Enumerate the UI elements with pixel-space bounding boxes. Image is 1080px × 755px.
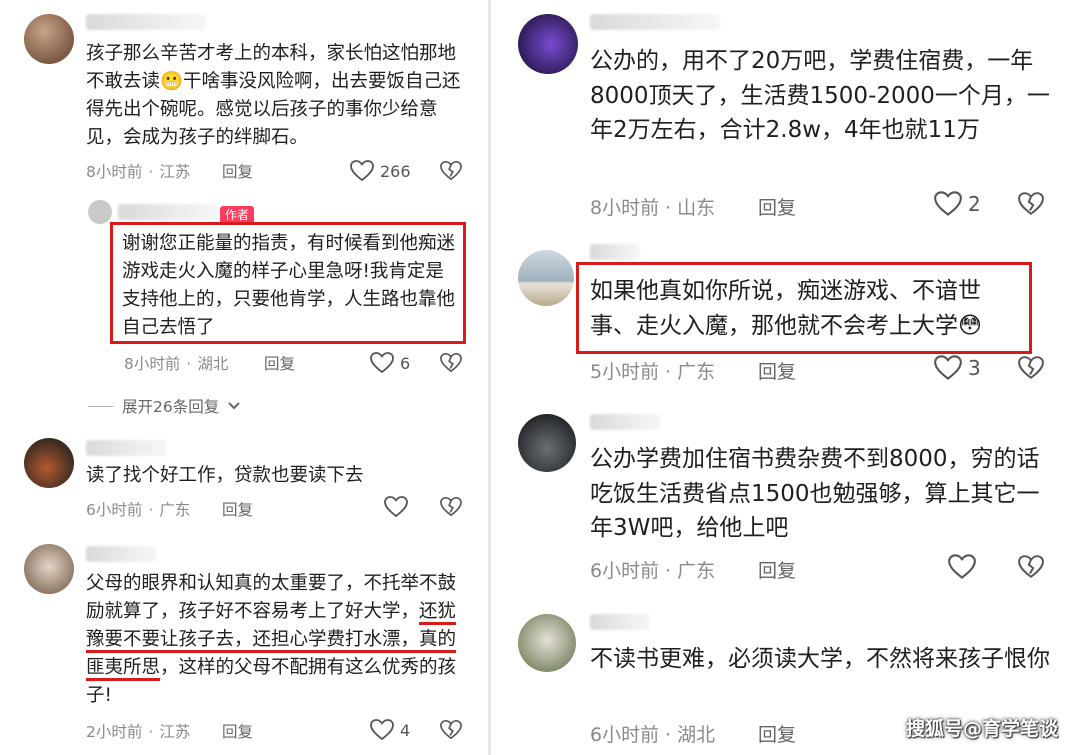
comment-time: 6小时前 [86, 501, 143, 519]
comment-time: 8小时前 [124, 355, 181, 373]
comment-time: 8小时前 [590, 197, 660, 219]
like-button[interactable] [948, 554, 976, 580]
dislike-heart-icon[interactable] [440, 352, 462, 374]
username[interactable] [118, 204, 218, 220]
comment-location: 湖北 [677, 724, 716, 746]
heart-icon [370, 719, 394, 741]
comment-text: 公办学费加住宿书费杂费不到8000，穷的话吃饭生活费省点1500也勉强够，算上其… [590, 446, 1040, 541]
comment-text-part: 父母的眼界和认知真的太重要了，不托举不鼓励就算了，孩子好不容易考上了好大学， [86, 573, 457, 622]
avatar[interactable] [518, 14, 578, 74]
comment-meta: 6小时前 · 广东 [86, 501, 191, 519]
like-button[interactable]: 3 [934, 355, 981, 381]
avatar[interactable] [518, 414, 576, 472]
comment-location: 广东 [159, 501, 191, 519]
reply-button[interactable]: 回复 [222, 720, 253, 742]
comment-time: 8小时前 [86, 163, 143, 181]
comment-time: 6小时前 [590, 560, 660, 582]
comment-meta: 8小时前 · 湖北 [124, 355, 229, 373]
reply-button[interactable]: 回复 [758, 720, 796, 747]
like-count: 3 [968, 356, 981, 380]
avatar[interactable] [518, 614, 576, 672]
comment-text: 谢谢您正能量的指责，有时候看到他痴迷游戏走火入魔的样子心里急呀!我肯定是支持他上… [122, 233, 456, 338]
comment-location: 广东 [677, 361, 716, 383]
comment-text: 父母的眼界和认知真的太重要了，不托举不鼓励就算了，孩子好不容易考上了好大学，还犹… [86, 570, 462, 710]
dislike-heart-icon[interactable] [440, 719, 462, 741]
username[interactable] [86, 440, 166, 456]
reply-button[interactable]: 回复 [264, 352, 295, 374]
username[interactable] [86, 14, 206, 30]
heart-icon [370, 352, 394, 374]
comment-time: 2小时前 [86, 723, 143, 741]
comment-meta: 8小时前 · 山东 [590, 197, 716, 219]
like-button[interactable]: 6 [370, 352, 410, 374]
like-button[interactable]: 2 [934, 191, 981, 217]
reply-button[interactable]: 回复 [758, 556, 796, 583]
comment-time: 6小时前 [590, 724, 660, 746]
like-count: 266 [380, 161, 411, 181]
like-button[interactable]: 266 [350, 160, 411, 182]
comment-text: 读了找个好工作，贷款也要读下去 [86, 465, 364, 486]
dislike-heart-icon[interactable] [1018, 554, 1044, 580]
username[interactable] [86, 546, 156, 562]
reply-button[interactable]: 回复 [758, 357, 796, 384]
like-button[interactable] [384, 496, 408, 518]
left-comment-panel: 孩子那么辛苦才考上的本科，家长怕这怕那地不敢去读😬干啥事没风险啊，出去要饭自己还… [0, 0, 482, 755]
comment-location: 江苏 [159, 723, 191, 741]
comment-location: 湖北 [197, 355, 229, 373]
watermark: 搜狐号@育学笔谈 [905, 718, 1058, 740]
heart-icon [384, 496, 408, 518]
right-comment-panel: 公办的，用不了20万吧，学费住宿费，一年8000顶天了，生活费1500-2000… [496, 0, 1080, 755]
avatar[interactable] [88, 200, 112, 224]
expand-replies-button[interactable]: 展开26条回复 [88, 395, 241, 417]
avatar[interactable] [24, 438, 74, 488]
comment-location: 广东 [677, 560, 716, 582]
heart-icon [934, 191, 962, 217]
username[interactable] [590, 414, 660, 430]
heart-icon [934, 355, 962, 381]
dislike-heart-icon[interactable] [1018, 355, 1044, 381]
comment-meta: 6小时前 · 广东 [590, 560, 716, 582]
comment-meta: 8小时前 · 江苏 [86, 163, 191, 181]
expand-replies-label: 展开26条回复 [122, 398, 220, 416]
chevron-down-icon [227, 397, 241, 415]
dislike-heart-icon[interactable] [440, 496, 462, 518]
like-button[interactable]: 4 [370, 719, 410, 741]
username[interactable] [590, 614, 650, 630]
comment-meta: 6小时前 · 湖北 [590, 724, 716, 746]
like-count: 4 [400, 720, 411, 740]
like-count: 6 [400, 353, 411, 373]
comment-text: 如果他真如你所说，痴迷游戏、不谙世事、走火入魔，那他就不会考上大学😳 [590, 278, 982, 339]
like-count: 2 [968, 192, 981, 216]
comment-meta: 2小时前 · 江苏 [86, 723, 191, 741]
dislike-heart-icon[interactable] [440, 160, 462, 182]
username[interactable] [590, 14, 720, 30]
avatar[interactable] [24, 544, 74, 594]
panel-divider [488, 0, 491, 755]
divider [88, 405, 114, 407]
comment-meta: 5小时前 · 广东 [590, 361, 716, 383]
avatar[interactable] [518, 250, 574, 306]
comment-location: 江苏 [159, 163, 191, 181]
reply-button[interactable]: 回复 [222, 160, 253, 182]
comment-text: 孩子那么辛苦才考上的本科，家长怕这怕那地不敢去读😬干啥事没风险啊，出去要饭自己还… [86, 43, 461, 148]
comment-text: 不读书更难，必须读大学，不然将来孩子恨你 [590, 646, 1050, 672]
reply-button[interactable]: 回复 [758, 193, 796, 220]
avatar[interactable] [24, 14, 74, 64]
reply-button[interactable]: 回复 [222, 498, 253, 520]
comment-text: 公办的，用不了20万吧，学费住宿费，一年8000顶天了，生活费1500-2000… [590, 48, 1050, 143]
username[interactable] [590, 244, 640, 260]
comment-location: 山东 [677, 197, 716, 219]
dislike-heart-icon[interactable] [1018, 191, 1044, 217]
heart-icon [350, 160, 374, 182]
comment-time: 5小时前 [590, 361, 660, 383]
heart-icon [948, 554, 976, 580]
